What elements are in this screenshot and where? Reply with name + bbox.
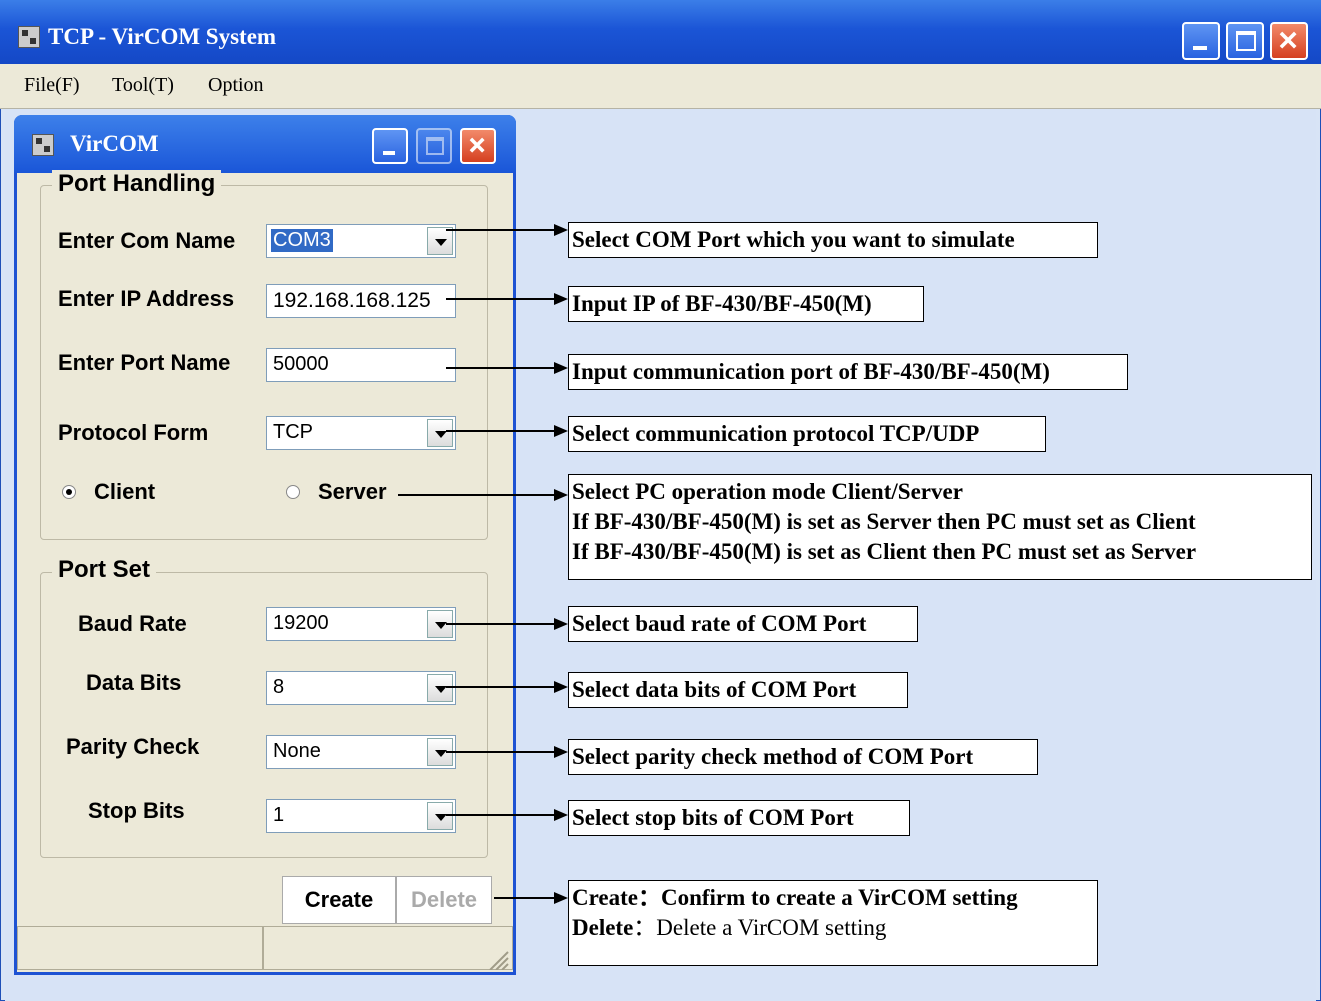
stop-bits-select[interactable]: 1 <box>266 799 456 833</box>
callout-data-bits: Select data bits of COM Port <box>568 672 908 708</box>
callout-mode: Select PC operation mode Client/Server I… <box>568 474 1312 580</box>
arrow-right-icon <box>554 489 568 501</box>
callout-com-port: Select COM Port which you want to simula… <box>568 222 1098 258</box>
connector-line <box>446 367 556 369</box>
maximize-button[interactable] <box>1226 22 1264 60</box>
menu-tool[interactable]: Tool(T) <box>112 74 174 97</box>
com-name-value: COM3 <box>271 229 333 252</box>
vircom-maximize-button <box>416 128 452 164</box>
callout-delete-line: Delete：Delete a VirCOM setting <box>572 913 1094 943</box>
callout-protocol: Select communication protocol TCP/UDP <box>568 416 1046 452</box>
app-icon <box>18 26 40 48</box>
menu-bar <box>0 64 1321 109</box>
stop-bits-value: 1 <box>273 804 285 826</box>
close-icon <box>469 137 485 153</box>
vircom-app-icon <box>32 134 54 156</box>
baud-rate-value: 19200 <box>273 612 329 634</box>
chevron-down-icon[interactable] <box>427 802 453 830</box>
parity-check-select[interactable]: None <box>266 735 456 769</box>
protocol-form-select[interactable]: TCP <box>266 416 456 450</box>
port-handling-legend: Port Handling <box>52 170 222 198</box>
create-button[interactable]: Create <box>282 876 396 924</box>
data-bits-value: 8 <box>273 676 285 698</box>
callout-mode-line-3: If BF-430/BF-450(M) is set as Client the… <box>572 539 1197 564</box>
connector-line <box>446 430 556 432</box>
arrow-right-icon <box>554 362 568 374</box>
callout-create-label: Create <box>572 885 638 910</box>
maximize-icon <box>1228 24 1262 58</box>
chevron-down-icon[interactable] <box>427 419 453 447</box>
arrow-right-icon <box>554 809 568 821</box>
client-radio[interactable] <box>62 485 76 499</box>
com-name-select[interactable]: COM3 <box>266 224 456 258</box>
connector-line <box>446 814 556 816</box>
stop-bits-label: Stop Bits <box>88 798 185 823</box>
arrow-right-icon <box>554 892 568 904</box>
com-name-label: Enter Com Name <box>58 228 236 253</box>
status-bar-pane-2 <box>263 926 513 970</box>
callout-port: Input communication port of BF-430/BF-45… <box>568 354 1128 390</box>
port-name-input[interactable]: 50000 <box>266 348 456 382</box>
callout-parity: Select parity check method of COM Port <box>568 739 1038 775</box>
arrow-right-icon <box>554 681 568 693</box>
ip-address-label: Enter IP Address <box>58 286 235 311</box>
connector-line <box>398 494 556 496</box>
client-label[interactable]: Client <box>94 479 155 505</box>
arrow-right-icon <box>554 618 568 630</box>
callout-create-desc: ：Confirm to create a VirCOM setting <box>637 885 1018 910</box>
chevron-down-icon[interactable] <box>427 674 453 702</box>
maximize-icon <box>418 130 450 162</box>
callout-buttons: Create：Confirm to create a VirCOM settin… <box>568 880 1098 966</box>
data-bits-select[interactable]: 8 <box>266 671 456 705</box>
baud-rate-select[interactable]: 19200 <box>266 607 456 641</box>
baud-rate-label: Baud Rate <box>78 611 187 636</box>
callout-delete-desc: ：Delete a VirCOM setting <box>633 915 887 940</box>
port-set-legend: Port Set <box>52 556 157 584</box>
connector-line <box>446 686 556 688</box>
vircom-minimize-button[interactable] <box>372 128 408 164</box>
chevron-down-icon[interactable] <box>427 227 453 255</box>
port-name-label: Enter Port Name <box>58 350 231 375</box>
arrow-right-icon <box>554 746 568 758</box>
callout-stop-bits: Select stop bits of COM Port <box>568 800 910 836</box>
callout-mode-line-1: Select PC operation mode Client/Server <box>572 479 963 504</box>
connector-line <box>494 897 556 899</box>
menu-file[interactable]: File(F) <box>24 74 80 97</box>
protocol-form-label: Protocol Form <box>58 420 209 445</box>
resize-grip-icon[interactable] <box>486 948 510 970</box>
server-label[interactable]: Server <box>318 479 387 505</box>
minimize-icon <box>1184 24 1218 58</box>
vircom-window-title: VirCOM <box>70 131 159 156</box>
connector-line <box>446 229 556 231</box>
main-window-title: TCP - VirCOM System <box>48 24 277 49</box>
port-name-value: 50000 <box>273 353 329 375</box>
server-radio[interactable] <box>286 485 300 499</box>
ip-address-input[interactable]: 192.168.168.125 <box>266 284 456 318</box>
ip-address-value: 192.168.168.125 <box>273 289 431 312</box>
connector-line <box>446 751 556 753</box>
arrow-right-icon <box>554 293 568 305</box>
data-bits-label: Data Bits <box>86 670 182 695</box>
status-bar-pane-1 <box>17 926 263 970</box>
minimize-icon <box>374 130 406 162</box>
protocol-form-value: TCP <box>273 421 313 443</box>
arrow-right-icon <box>554 425 568 437</box>
delete-button: Delete <box>396 876 492 924</box>
callout-baud: Select baud rate of COM Port <box>568 606 918 642</box>
menu-option[interactable]: Option <box>208 74 264 97</box>
arrow-right-icon <box>554 224 568 236</box>
callout-delete-label: Delete <box>572 915 634 940</box>
connector-line <box>446 623 556 625</box>
callout-create-line: Create：Confirm to create a VirCOM settin… <box>572 883 1094 913</box>
minimize-button[interactable] <box>1182 22 1220 60</box>
callout-ip: Input IP of BF-430/BF-450(M) <box>568 286 924 322</box>
callout-mode-line-2: If BF-430/BF-450(M) is set as Server the… <box>572 509 1196 534</box>
parity-check-label: Parity Check <box>66 734 200 759</box>
parity-check-value: None <box>273 740 321 762</box>
close-icon <box>1279 31 1297 49</box>
connector-line <box>446 298 556 300</box>
vircom-close-button[interactable] <box>460 128 496 164</box>
close-button[interactable] <box>1270 22 1308 60</box>
